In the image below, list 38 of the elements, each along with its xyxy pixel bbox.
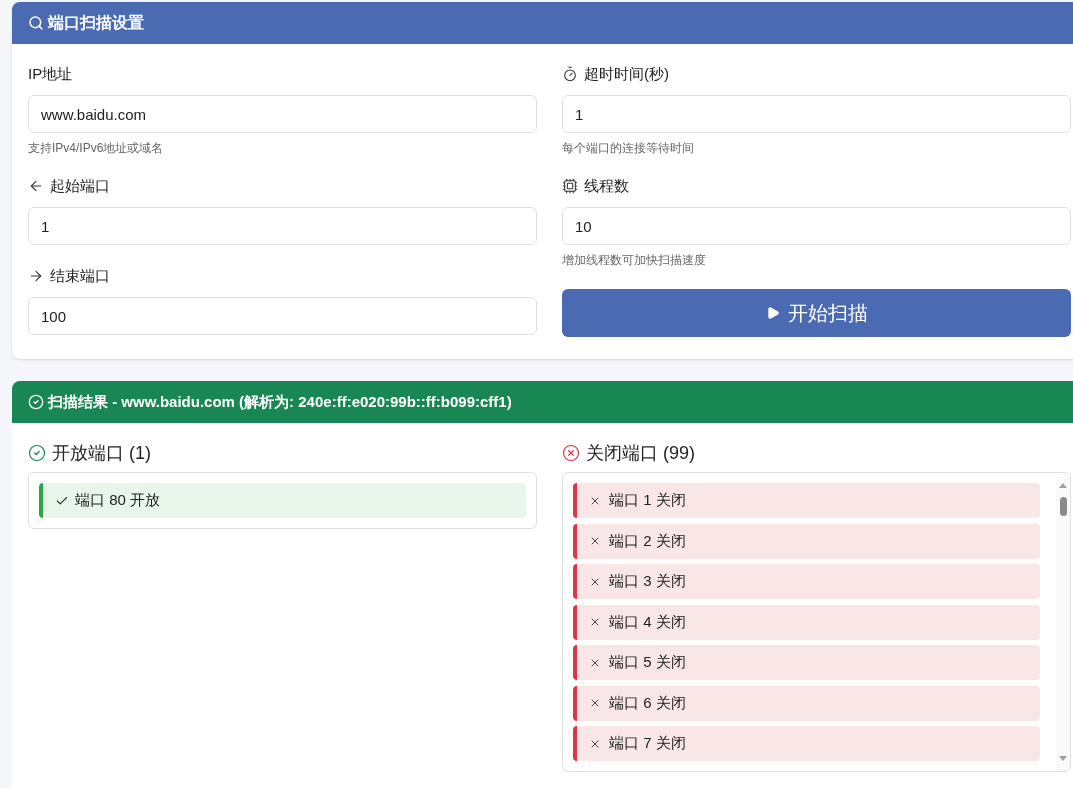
port-status: 端口 7 关闭 bbox=[609, 733, 686, 754]
port-status: 端口 3 关闭 bbox=[609, 571, 686, 592]
search-icon bbox=[28, 15, 44, 31]
hint-text: 增加线程数可加快扫描速度 bbox=[562, 252, 707, 267]
hint-text: 每个端口的连接等待时间 bbox=[562, 140, 695, 155]
port-status: 端口 5 关闭 bbox=[609, 652, 686, 673]
check-circle-icon bbox=[28, 394, 44, 410]
port-status: 端口 2 关闭 bbox=[609, 530, 686, 551]
port-status: 端口 80 开放 bbox=[75, 490, 161, 511]
stopwatch-icon bbox=[562, 66, 578, 82]
field-label: 起始端口 bbox=[50, 175, 110, 196]
x-icon bbox=[589, 535, 601, 547]
card-title: 端口扫描设置 bbox=[48, 13, 144, 33]
port-status: 端口 6 关闭 bbox=[609, 692, 686, 713]
section-heading: 关闭端口 (99) bbox=[586, 441, 695, 465]
chip-icon bbox=[562, 178, 578, 194]
field-label: 结束端口 bbox=[50, 265, 110, 286]
field-label: IP地址 bbox=[28, 63, 73, 84]
check-circle-icon bbox=[28, 444, 46, 462]
x-circle-icon bbox=[562, 444, 580, 462]
section-heading: 开放端口 (1) bbox=[52, 441, 151, 465]
input-field[interactable]: 1 bbox=[28, 207, 537, 245]
input-field[interactable]: 100 bbox=[28, 297, 537, 335]
start-scan-button[interactable]: 开始扫描 bbox=[562, 289, 1071, 337]
arrow-left-icon bbox=[28, 178, 44, 194]
card-title: 扫描结果 - www.baidu.com (解析为: 240e:ff:e020:99b::ff:b099:cff1) bbox=[48, 391, 512, 412]
hint-text: 支持IPv4/IPv6地址或域名 bbox=[28, 140, 165, 155]
x-icon bbox=[589, 616, 601, 628]
field-label: 线程数 bbox=[584, 175, 629, 196]
field-label: 超时时间(秒) bbox=[584, 63, 669, 84]
play-icon bbox=[765, 306, 780, 320]
input-field[interactable]: 1 bbox=[562, 95, 1071, 133]
input-field[interactable]: 10 bbox=[562, 207, 1071, 245]
port-status: 端口 4 关闭 bbox=[609, 611, 686, 632]
scrollbar[interactable] bbox=[1056, 473, 1070, 771]
port-status: 端口 1 关闭 bbox=[609, 490, 686, 511]
x-icon bbox=[589, 697, 601, 709]
input-field[interactable]: www.baidu.com bbox=[28, 95, 537, 133]
